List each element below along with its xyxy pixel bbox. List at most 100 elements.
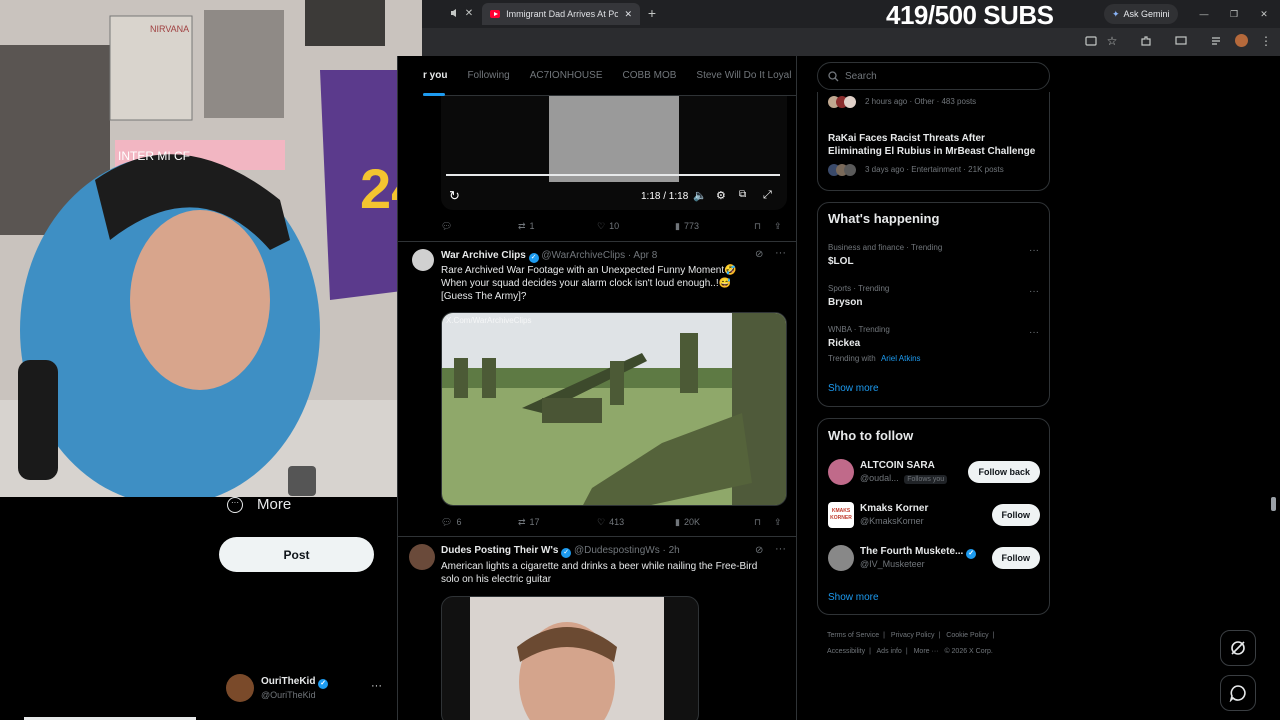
more-options-icon[interactable]: ··· xyxy=(775,247,786,259)
replay-icon[interactable]: ↻ xyxy=(449,188,460,204)
trend-item[interactable]: Sports · Trending Bryson ··· xyxy=(818,280,1049,314)
settings-gear-icon[interactable]: ⚙ xyxy=(716,189,726,202)
separator: | xyxy=(938,632,941,639)
avatar[interactable] xyxy=(412,249,434,271)
follow-button[interactable]: Follow xyxy=(991,504,1040,526)
search-input[interactable]: Search xyxy=(817,62,1050,90)
close-window-button[interactable]: ✕ xyxy=(1257,7,1271,21)
grok-icon[interactable]: ⊘ xyxy=(755,545,763,556)
volume-icon[interactable]: 🔈 xyxy=(693,189,707,202)
follow-suggestion[interactable]: ALTCOIN SARA @oudal... Follows you Follo… xyxy=(828,459,1040,489)
bookmark-button[interactable]: ⊓ xyxy=(754,221,761,232)
follow-suggestion[interactable]: The Fourth Muskete... ✓ @IV_Musketeer Fo… xyxy=(828,545,1040,575)
more-options-icon[interactable]: ··· xyxy=(371,680,382,692)
more-options-icon[interactable]: ··· xyxy=(1029,286,1039,297)
video-player[interactable]: ↻ 1:18 / 1:18 🔈 ⚙ ⧉ ⤢ xyxy=(441,96,787,210)
more-options-icon[interactable]: ··· xyxy=(1029,327,1039,338)
privacy-link[interactable]: Privacy Policy xyxy=(891,632,935,639)
install-icon[interactable] xyxy=(1084,35,1098,50)
suggestion-name: The Fourth Muskete... ✓ xyxy=(860,546,977,559)
tweet2-text: American lights a cigarette and drinks a… xyxy=(441,561,758,585)
views-button[interactable]: ▮ 773 xyxy=(675,221,699,232)
maximize-button[interactable]: ❐ xyxy=(1227,7,1241,21)
nav-more-label: More xyxy=(257,496,292,513)
profile-name: OuriTheKid ✓ xyxy=(261,676,329,689)
follow-button[interactable]: Follow xyxy=(991,547,1040,569)
trend-item[interactable]: Business and finance · Trending $LOL ··· xyxy=(818,239,1049,273)
copyright: © 2026 X Corp. xyxy=(944,648,993,655)
tab-steve-will-do-it[interactable]: Steve Will Do It Loyal xyxy=(686,56,796,96)
suggestion-name: ALTCOIN SARA xyxy=(860,460,935,471)
bookmark-star-icon[interactable]: ☆ xyxy=(1105,34,1119,48)
like-button[interactable]: ♡ 10 xyxy=(597,221,619,232)
share-button[interactable]: ⇪ xyxy=(774,221,782,232)
video-frame xyxy=(549,96,679,182)
reply-button[interactable]: 💬︎ 6 xyxy=(441,517,461,528)
show-more-follow-link[interactable]: Show more xyxy=(828,592,879,603)
more-link[interactable]: More ··· xyxy=(914,648,939,655)
fullscreen-icon[interactable]: ⤢ xyxy=(763,189,772,202)
tweet2-author[interactable]: Dudes Posting Their W's xyxy=(441,545,558,556)
close-icon[interactable]: ✕ xyxy=(624,9,632,20)
video-time: 1:18 / 1:18 xyxy=(641,191,689,202)
share-button[interactable]: ⇪ xyxy=(774,517,782,528)
trend-item[interactable]: WNBA · Trending Rickea Trending with Ari… xyxy=(818,321,1049,367)
repost-button[interactable]: ⇄ 1 xyxy=(518,221,535,232)
close-tab-icon[interactable]: ✕ xyxy=(462,7,476,21)
timeline-feed: r you Following AC7IONHOUSE COBB MOB Ste… xyxy=(397,56,797,720)
show-more-trends-link[interactable]: Show more xyxy=(828,383,879,394)
messages-button[interactable] xyxy=(1220,675,1256,711)
tweet1-author[interactable]: War Archive Clips xyxy=(441,250,526,261)
terms-link[interactable]: Terms of Service xyxy=(827,632,879,639)
minimize-button[interactable]: — xyxy=(1197,7,1211,21)
video-progress-bar[interactable] xyxy=(446,174,780,176)
more-options-icon[interactable]: ··· xyxy=(1029,245,1039,256)
media-icon[interactable] xyxy=(1210,35,1224,50)
bookmark-button[interactable]: ⊓ xyxy=(754,517,761,528)
cast-icon[interactable] xyxy=(1174,35,1188,50)
more-options-icon[interactable]: ··· xyxy=(775,543,786,555)
tweet2-handle[interactable]: @DudespostingWs xyxy=(574,545,660,556)
sparkle-icon: ✦ xyxy=(1112,8,1120,19)
menu-kebab-icon[interactable]: ⋮ xyxy=(1259,34,1273,48)
profile-avatar[interactable] xyxy=(1234,34,1248,50)
cookie-link[interactable]: Cookie Policy xyxy=(946,632,988,639)
repost-icon: ⇄ xyxy=(518,516,526,527)
ask-gemini-button[interactable]: ✦ Ask Gemini xyxy=(1104,4,1178,24)
avatar[interactable] xyxy=(409,544,435,570)
tweet1-handle[interactable]: @WarArchiveClips xyxy=(541,250,625,261)
like-button[interactable]: ♡ 413 xyxy=(597,517,624,528)
avatar xyxy=(828,545,854,571)
share-icon: ⇪ xyxy=(774,220,782,231)
tab-for-you[interactable]: r you xyxy=(423,56,457,96)
nav-more[interactable]: ··· More xyxy=(227,496,291,513)
ads-info-link[interactable]: Ads info xyxy=(877,648,902,655)
post-button[interactable]: Post xyxy=(219,537,374,572)
news-item-2[interactable]: RaKai Faces Racist Threats After Elimina… xyxy=(828,132,1043,184)
tweet1-time[interactable]: · Apr 8 xyxy=(628,250,657,261)
tab-ac7ionhouse[interactable]: AC7IONHOUSE xyxy=(520,56,613,96)
speaker-icon[interactable] xyxy=(448,7,462,21)
tab-cobb-mob[interactable]: COBB MOB xyxy=(613,56,687,96)
scrollbar-thumb[interactable] xyxy=(1271,497,1276,511)
tweet2-time[interactable]: · 2h xyxy=(662,545,679,556)
account-switcher[interactable]: OuriTheKid ✓ @OuriTheKid ··· xyxy=(226,674,386,704)
grok-icon[interactable]: ⊘ xyxy=(755,249,763,260)
views-button[interactable]: ▮ 20K xyxy=(675,517,700,528)
tab-following[interactable]: Following xyxy=(457,56,519,96)
follow-suggestion[interactable]: KMAKS KORNER Kmaks Korner @KmaksKorner F… xyxy=(828,502,1040,532)
tweet2-media-video[interactable] xyxy=(441,596,699,720)
grok-button[interactable] xyxy=(1220,630,1256,666)
trending-with-link[interactable]: Ariel Atkins xyxy=(881,354,921,363)
repost-button[interactable]: ⇄ 17 xyxy=(518,517,540,528)
pip-icon[interactable]: ⧉ xyxy=(739,189,746,200)
tab-active[interactable]: Immigrant Dad Arrives At Polic ✕ xyxy=(482,3,640,25)
tweet1-media-image[interactable]: X.Com/WarArchiveClips xyxy=(441,312,787,506)
extensions-icon[interactable] xyxy=(1139,35,1153,50)
accessibility-link[interactable]: Accessibility xyxy=(827,648,865,655)
reply-button[interactable]: 💬︎ xyxy=(441,221,456,232)
profile-handle: @OuriTheKid xyxy=(261,690,316,700)
news-item-1[interactable]: 2 hours ago · Other · 483 posts xyxy=(828,96,1040,112)
follow-back-button[interactable]: Follow back xyxy=(968,461,1040,483)
new-tab-button[interactable]: + xyxy=(645,6,659,20)
